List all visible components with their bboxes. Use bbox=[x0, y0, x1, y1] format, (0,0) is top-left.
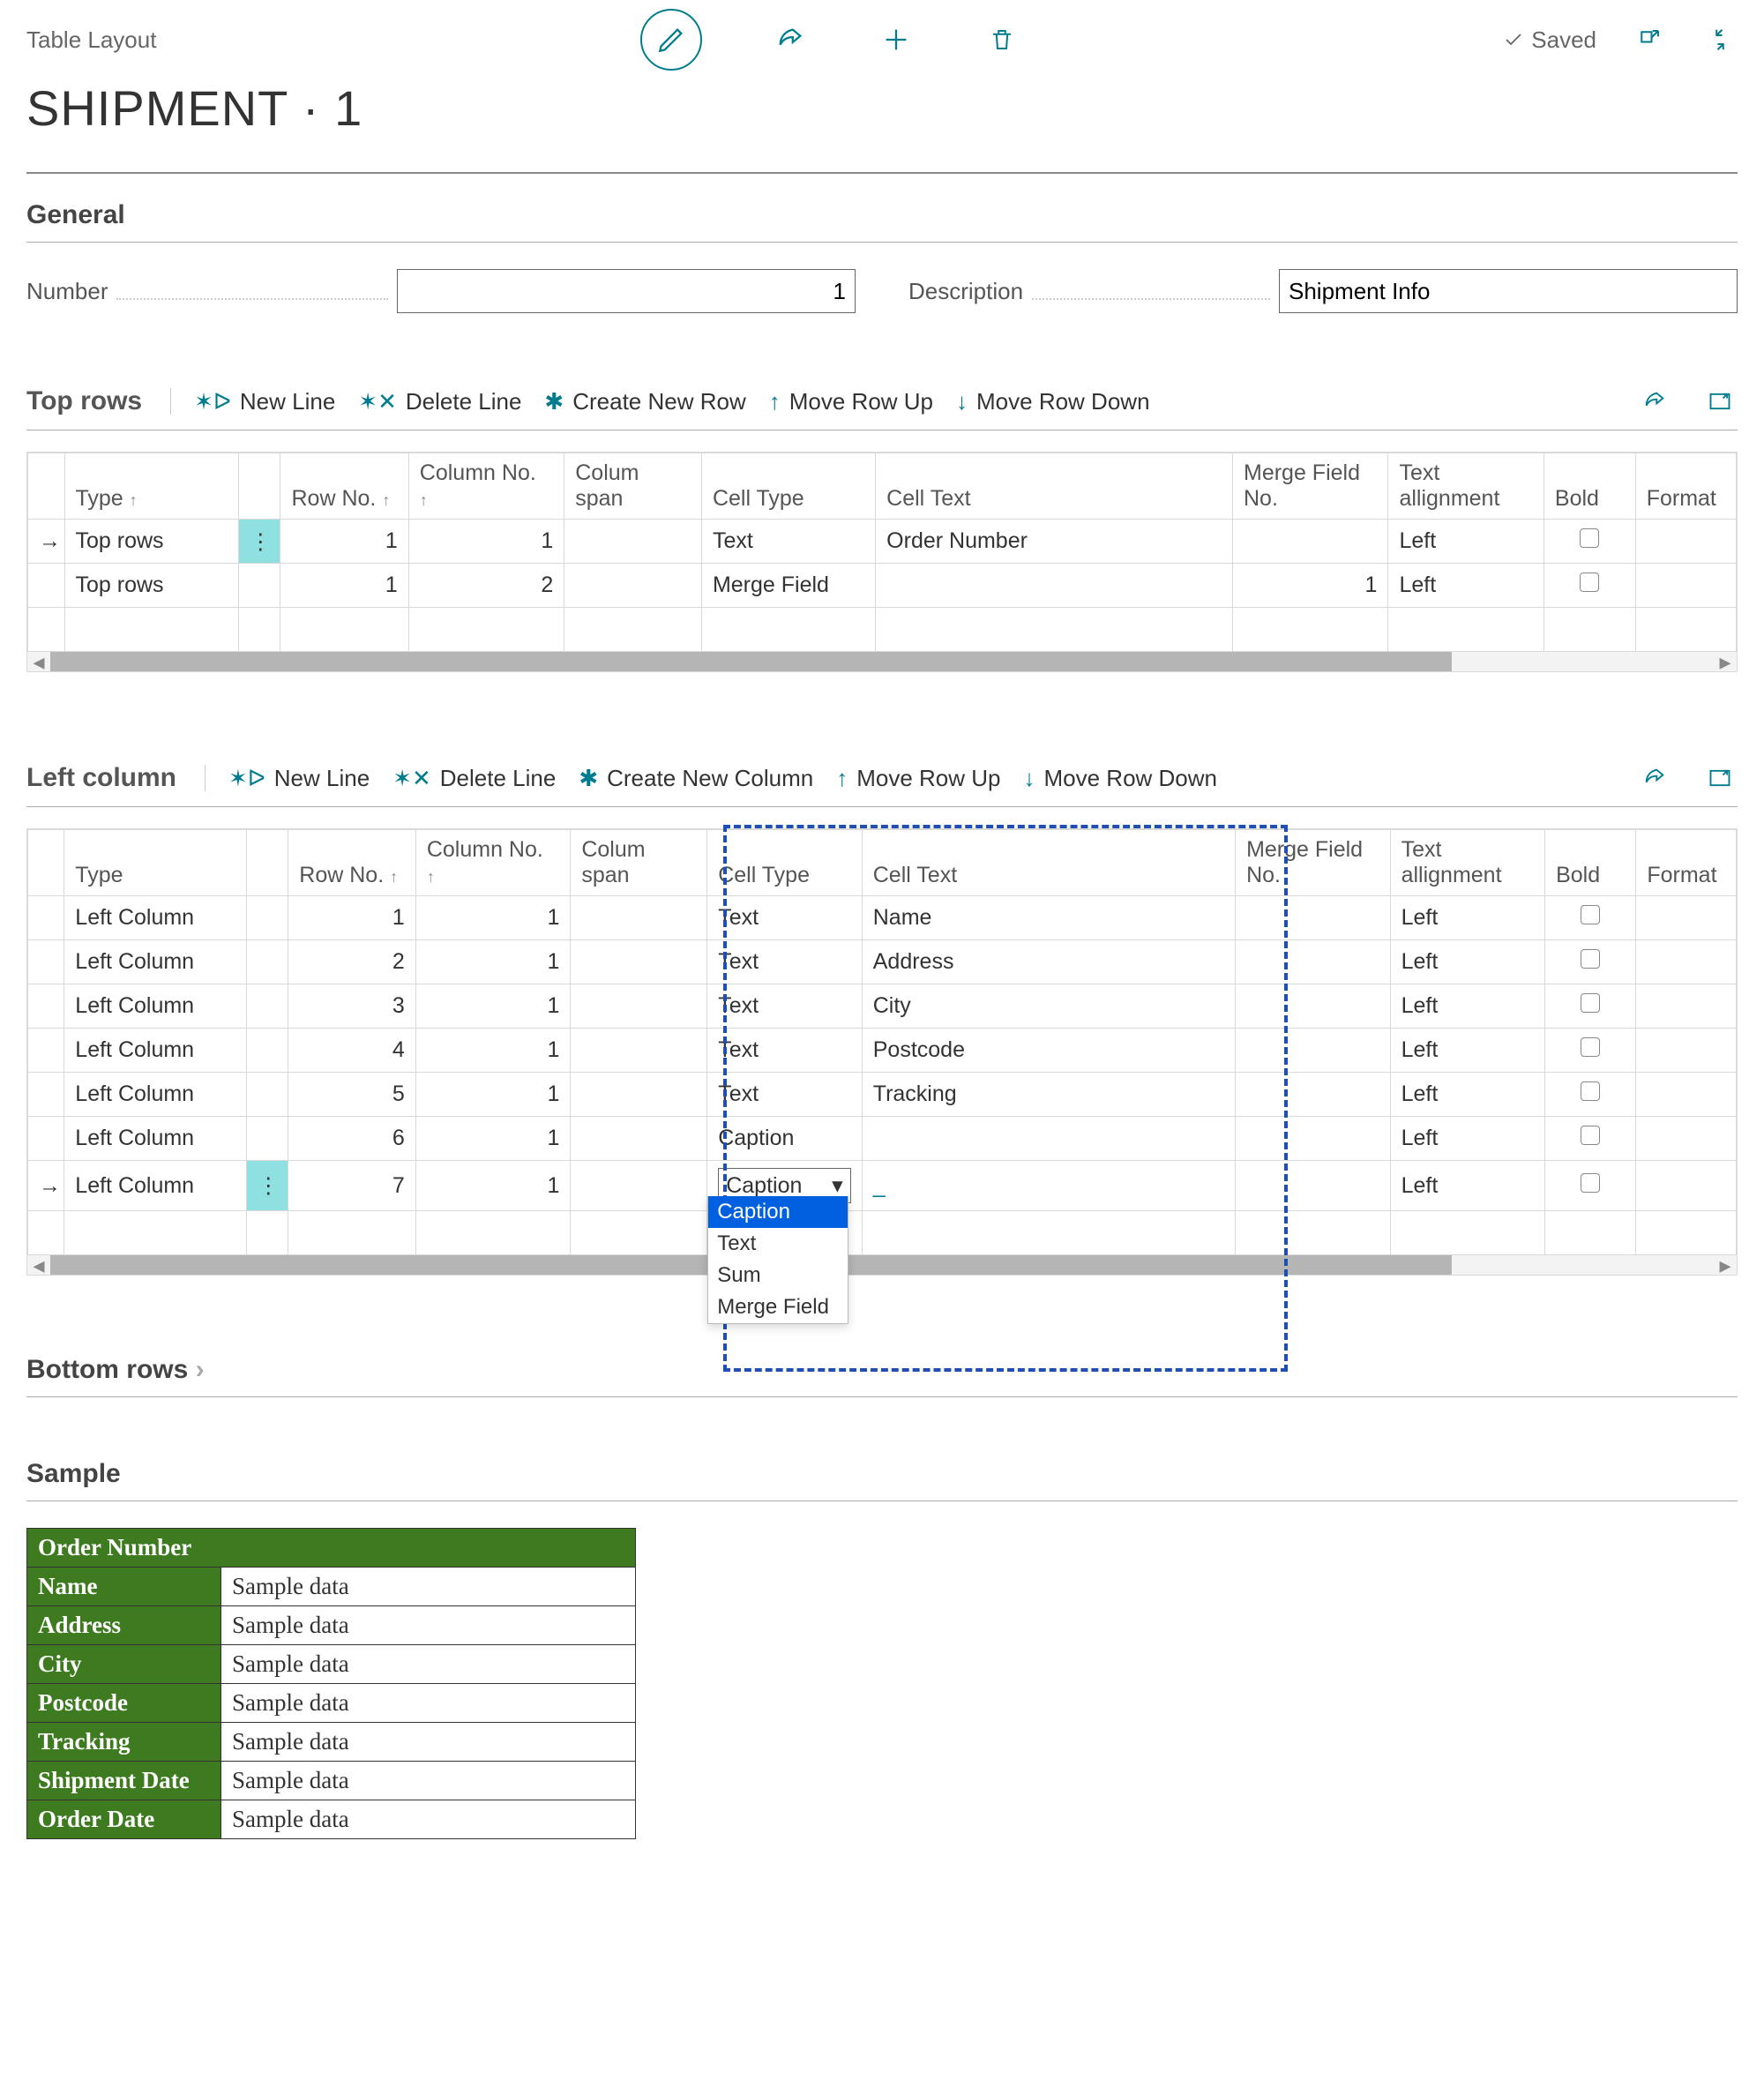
sample-value: Sample data bbox=[221, 1684, 636, 1723]
sample-label: Postcode bbox=[27, 1684, 221, 1723]
delete-line-icon: ✶✕ bbox=[392, 765, 431, 792]
share-icon bbox=[775, 25, 805, 55]
collapse-button[interactable] bbox=[1702, 22, 1738, 57]
divider bbox=[26, 172, 1738, 174]
description-label: Description bbox=[908, 278, 1023, 305]
new-line-action[interactable]: ✶ᐅNew Line bbox=[194, 388, 335, 415]
delete-line-icon: ✶✕ bbox=[358, 388, 397, 415]
breadcrumb[interactable]: Table Layout bbox=[26, 26, 156, 54]
divider bbox=[26, 242, 1738, 243]
create-column-action[interactable]: ✱Create New Column bbox=[579, 765, 813, 792]
sample-value: Sample data bbox=[221, 1606, 636, 1645]
sample-label: Order Date bbox=[27, 1800, 221, 1839]
arrow-down-icon: ↓ bbox=[956, 388, 968, 415]
subpage-share-button[interactable] bbox=[1637, 384, 1672, 419]
move-up-action[interactable]: ↑Move Row Up bbox=[836, 765, 1000, 792]
sample-value: Sample data bbox=[221, 1762, 636, 1800]
section-heading-general[interactable]: General bbox=[26, 200, 1738, 230]
description-field[interactable] bbox=[1279, 269, 1738, 313]
dropdown-option[interactable]: Merge Field bbox=[708, 1291, 848, 1323]
horizontal-scrollbar[interactable]: ◂▸ bbox=[27, 652, 1737, 671]
create-column-icon: ✱ bbox=[579, 765, 598, 792]
share-icon bbox=[1642, 766, 1667, 790]
table-row[interactable]: Left Column 3 1 Text City Left bbox=[28, 984, 1737, 1029]
maximize-icon bbox=[1708, 389, 1732, 414]
section-heading-bottom-rows[interactable]: Bottom rows bbox=[26, 1355, 1738, 1385]
number-label: Number bbox=[26, 278, 108, 305]
table-row[interactable]: Left Column 4 1 Text Postcode Left bbox=[28, 1029, 1737, 1073]
table-row[interactable]: Left Column 2 1 Text Address Left bbox=[28, 940, 1737, 984]
plus-icon bbox=[881, 25, 911, 55]
sample-label: Tracking bbox=[27, 1723, 221, 1762]
edit-button[interactable] bbox=[640, 9, 702, 71]
new-line-icon: ✶ᐅ bbox=[194, 388, 231, 415]
cell-type-dropdown-menu[interactable]: CaptionTextSumMerge Field bbox=[707, 1196, 848, 1324]
trash-icon bbox=[989, 25, 1015, 55]
top-rows-grid[interactable]: Type ↑ Row No. ↑ Column No.↑ Colum span … bbox=[26, 452, 1738, 672]
sample-value: Sample data bbox=[221, 1723, 636, 1762]
table-row[interactable]: Top rows 1 2 Merge Field 1 Left bbox=[28, 564, 1737, 608]
dotted-leader bbox=[116, 277, 388, 300]
subpage-share-button[interactable] bbox=[1637, 760, 1672, 796]
move-down-action[interactable]: ↓Move Row Down bbox=[956, 388, 1150, 415]
move-up-action[interactable]: ↑Move Row Up bbox=[769, 388, 933, 415]
row-menu-button[interactable]: ⋮ bbox=[246, 1161, 288, 1211]
table-row[interactable] bbox=[28, 1211, 1737, 1255]
dropdown-option[interactable]: Sum bbox=[708, 1260, 848, 1291]
new-line-action[interactable]: ✶ᐅNew Line bbox=[228, 765, 370, 792]
sample-label: Shipment Date bbox=[27, 1762, 221, 1800]
sample-label: Address bbox=[27, 1606, 221, 1645]
horizontal-scrollbar[interactable]: ◂▸ bbox=[27, 1255, 1737, 1275]
maximize-icon bbox=[1708, 766, 1732, 790]
sample-table: Order Number NameSample dataAddressSampl… bbox=[26, 1528, 636, 1839]
pencil-icon bbox=[656, 25, 686, 55]
section-heading-sample[interactable]: Sample bbox=[26, 1459, 1738, 1489]
popout-icon bbox=[1636, 26, 1663, 53]
sample-value: Sample data bbox=[221, 1645, 636, 1684]
sample-value: Sample data bbox=[221, 1800, 636, 1839]
sample-label: Name bbox=[27, 1568, 221, 1606]
arrow-down-icon: ↓ bbox=[1023, 765, 1035, 792]
section-heading-top-rows[interactable]: Top rows bbox=[26, 386, 142, 416]
share-icon bbox=[1642, 389, 1667, 414]
sample-value: Sample data bbox=[221, 1568, 636, 1606]
popout-button[interactable] bbox=[1632, 22, 1667, 57]
table-row[interactable]: Left Column 1 1 Text Name Left bbox=[28, 896, 1737, 940]
left-column-grid[interactable]: Type Row No. ↑ Column No.↑ Colum span Ce… bbox=[26, 828, 1738, 1276]
delete-button[interactable] bbox=[984, 22, 1020, 57]
table-row[interactable]: Left Column 5 1 Text Tracking Left bbox=[28, 1073, 1737, 1117]
delete-line-action[interactable]: ✶✕Delete Line bbox=[358, 388, 521, 415]
dropdown-option[interactable]: Text bbox=[708, 1228, 848, 1260]
saved-indicator: Saved bbox=[1503, 26, 1596, 54]
delete-line-action[interactable]: ✶✕Delete Line bbox=[392, 765, 556, 792]
create-row-icon: ✱ bbox=[544, 388, 564, 415]
dotted-leader bbox=[1032, 277, 1270, 300]
row-menu-button[interactable]: ⋮ bbox=[238, 520, 280, 564]
subpage-maximize-button[interactable] bbox=[1702, 384, 1738, 419]
section-heading-left-column[interactable]: Left column bbox=[26, 763, 176, 793]
subpage-maximize-button[interactable] bbox=[1702, 760, 1738, 796]
new-line-icon: ✶ᐅ bbox=[228, 765, 265, 792]
check-icon bbox=[1503, 29, 1524, 50]
table-row[interactable] bbox=[28, 608, 1737, 652]
page-title: SHIPMENT · 1 bbox=[26, 79, 1738, 137]
collapse-icon bbox=[1707, 26, 1733, 53]
table-row[interactable]: → Left Column ⋮ 7 1 Caption▾ CaptionText… bbox=[28, 1161, 1737, 1211]
create-row-action[interactable]: ✱Create New Row bbox=[544, 388, 745, 415]
move-down-action[interactable]: ↓Move Row Down bbox=[1023, 765, 1217, 792]
dropdown-option[interactable]: Caption bbox=[708, 1196, 848, 1228]
sample-label: City bbox=[27, 1645, 221, 1684]
table-row[interactable]: Left Column 6 1 Caption Left bbox=[28, 1117, 1737, 1161]
chevron-down-icon: ▾ bbox=[832, 1172, 843, 1199]
table-row[interactable]: → Top rows ⋮ 1 1 Text Order Number Left bbox=[28, 520, 1737, 564]
number-field[interactable] bbox=[397, 269, 856, 313]
share-button[interactable] bbox=[773, 22, 808, 57]
arrow-up-icon: ↑ bbox=[769, 388, 781, 415]
arrow-up-icon: ↑ bbox=[836, 765, 848, 792]
new-button[interactable] bbox=[878, 22, 914, 57]
